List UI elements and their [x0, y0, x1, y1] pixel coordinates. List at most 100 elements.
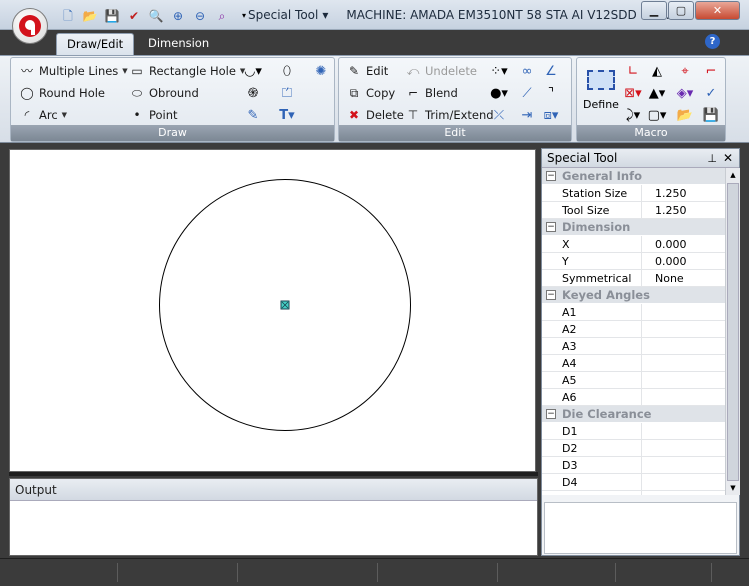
property-value[interactable]: [642, 321, 725, 337]
axis-icon[interactable]: ∟: [623, 61, 643, 81]
shapes-icon[interactable]: ▲▾: [647, 83, 667, 103]
transform-icon[interactable]: ⤸▾: [623, 105, 643, 125]
starburst-icon[interactable]: ✺: [311, 61, 331, 81]
property-row[interactable]: D3: [542, 457, 725, 474]
property-row[interactable]: Tool Size 1.250: [542, 202, 725, 219]
collapse-icon[interactable]: −: [546, 222, 556, 232]
pin-icon[interactable]: ⊥: [707, 149, 717, 168]
multiple-lines-button[interactable]: 〰 Multiple Lines ▼: [19, 61, 128, 81]
property-row[interactable]: Symmetrical None: [542, 270, 725, 287]
property-value[interactable]: 0.000: [642, 253, 725, 269]
property-row[interactable]: A6: [542, 389, 725, 406]
mirror-line-icon[interactable]: ⤫: [489, 105, 509, 125]
blend-button[interactable]: ⌐ Blend: [405, 83, 458, 103]
move-icon[interactable]: ⇥: [517, 105, 537, 125]
stretch-icon[interactable]: ⟋: [517, 83, 537, 103]
rectangle-hole-button[interactable]: ▭ Rectangle Hole ▼: [129, 61, 245, 81]
maximize-button[interactable]: ▢: [668, 1, 694, 20]
origin-icon[interactable]: ⌖: [675, 61, 695, 81]
tab-draw-edit[interactable]: Draw/Edit: [56, 33, 135, 55]
property-value[interactable]: [642, 372, 725, 388]
bomb-icon[interactable]: ●▾: [489, 83, 509, 103]
property-value[interactable]: [642, 491, 725, 495]
zoom-icon[interactable]: 🔍: [146, 6, 166, 26]
zoom-window-icon[interactable]: ⌕: [212, 6, 232, 26]
property-scrollbar[interactable]: ▲ ▼: [725, 168, 740, 495]
property-value[interactable]: [642, 440, 725, 456]
collapse-icon[interactable]: −: [546, 409, 556, 419]
edit-button[interactable]: ✎ Edit: [346, 61, 388, 81]
define-macro-button[interactable]: Define: [583, 64, 619, 122]
property-row[interactable]: D5: [542, 491, 725, 495]
panel-close-icon[interactable]: ✕: [723, 149, 733, 168]
category-keyed-angles[interactable]: − Keyed Angles: [542, 287, 725, 304]
property-value[interactable]: [642, 423, 725, 439]
property-row[interactable]: A5: [542, 372, 725, 389]
minimize-button[interactable]: ▁: [641, 1, 667, 20]
scroll-down-icon[interactable]: ▼: [726, 481, 740, 495]
app-menu-button[interactable]: [12, 8, 48, 44]
property-value[interactable]: [642, 355, 725, 371]
property-row[interactable]: A4: [542, 355, 725, 372]
macro-save-icon[interactable]: 💾: [701, 105, 721, 125]
tab-dimension[interactable]: Dimension: [138, 33, 219, 55]
zoom-in-icon[interactable]: ⊕: [168, 6, 188, 26]
property-row[interactable]: X 0.000: [542, 236, 725, 253]
shape-dropdown-icon[interactable]: ◡▾: [243, 61, 263, 81]
delete-button[interactable]: ✖ Delete: [346, 105, 404, 125]
special-shape-icon[interactable]: ⏍: [277, 83, 297, 103]
angle-icon[interactable]: ∠: [541, 61, 561, 81]
layer-icon[interactable]: ◈▾: [675, 83, 695, 103]
text-icon[interactable]: T▾: [277, 105, 297, 125]
zoom-out-icon[interactable]: ⊖: [190, 6, 210, 26]
property-value[interactable]: None: [642, 270, 725, 286]
trim-extend-button[interactable]: ⊤ Trim/Extend: [405, 105, 494, 125]
point-button[interactable]: • Point: [129, 105, 177, 125]
output-splitter[interactable]: [9, 472, 538, 476]
collapse-icon[interactable]: −: [546, 290, 556, 300]
property-row[interactable]: A2: [542, 321, 725, 338]
copy-button[interactable]: ⧉ Copy: [346, 83, 395, 103]
array-icon[interactable]: ⧈▾: [541, 105, 561, 125]
macro-folder-icon[interactable]: 📂: [675, 105, 695, 125]
obround-button[interactable]: ⬭ Obround: [129, 83, 199, 103]
macro-edit-icon[interactable]: ✓: [701, 83, 721, 103]
property-value[interactable]: [642, 304, 725, 320]
pattern-icon[interactable]: ⁘▾: [489, 61, 509, 81]
property-row[interactable]: Y 0.000: [542, 253, 725, 270]
property-value[interactable]: [642, 389, 725, 405]
open-folder-icon[interactable]: 📂: [80, 6, 100, 26]
property-row[interactable]: A3: [542, 338, 725, 355]
new-file-icon[interactable]: 🗋: [58, 6, 78, 26]
frame-icon[interactable]: ▢▾: [647, 105, 667, 125]
property-row[interactable]: Station Size 1.250: [542, 185, 725, 202]
scroll-thumb[interactable]: [727, 183, 739, 481]
title-dropdown-icon[interactable]: ▾: [322, 8, 328, 22]
edit-shape-icon[interactable]: ✎: [243, 105, 263, 125]
collapse-icon[interactable]: −: [546, 171, 556, 181]
property-row[interactable]: D1: [542, 423, 725, 440]
drawing-canvas[interactable]: [9, 149, 536, 472]
property-row[interactable]: A1: [542, 304, 725, 321]
close-button[interactable]: ✕: [695, 1, 740, 20]
undelete-button[interactable]: ⤺ Undelete: [405, 61, 477, 81]
property-value[interactable]: [642, 474, 725, 490]
category-dimension[interactable]: − Dimension: [542, 219, 725, 236]
spiral-icon[interactable]: ֍: [243, 83, 263, 103]
corner-icon[interactable]: ⌝: [541, 83, 561, 103]
property-value[interactable]: 0.000: [642, 236, 725, 252]
scroll-up-icon[interactable]: ▲: [726, 168, 740, 182]
property-row[interactable]: D4: [542, 474, 725, 491]
property-value[interactable]: [642, 457, 725, 473]
check-icon[interactable]: ✔: [124, 6, 144, 26]
snap-icon[interactable]: ⊠▾: [623, 83, 643, 103]
save-icon[interactable]: 💾: [102, 6, 122, 26]
reference-icon[interactable]: ⌐: [701, 61, 721, 81]
mirror-icon[interactable]: ◭: [647, 61, 667, 81]
category-general-info[interactable]: − General Info: [542, 168, 725, 185]
round-hole-button[interactable]: ◯ Round Hole: [19, 83, 105, 103]
category-die-clearance[interactable]: − Die Clearance: [542, 406, 725, 423]
ellipse-icon[interactable]: ⬯: [277, 61, 297, 81]
property-value[interactable]: 1.250: [642, 202, 725, 218]
arc-button[interactable]: ◜ Arc ▼: [19, 105, 67, 125]
